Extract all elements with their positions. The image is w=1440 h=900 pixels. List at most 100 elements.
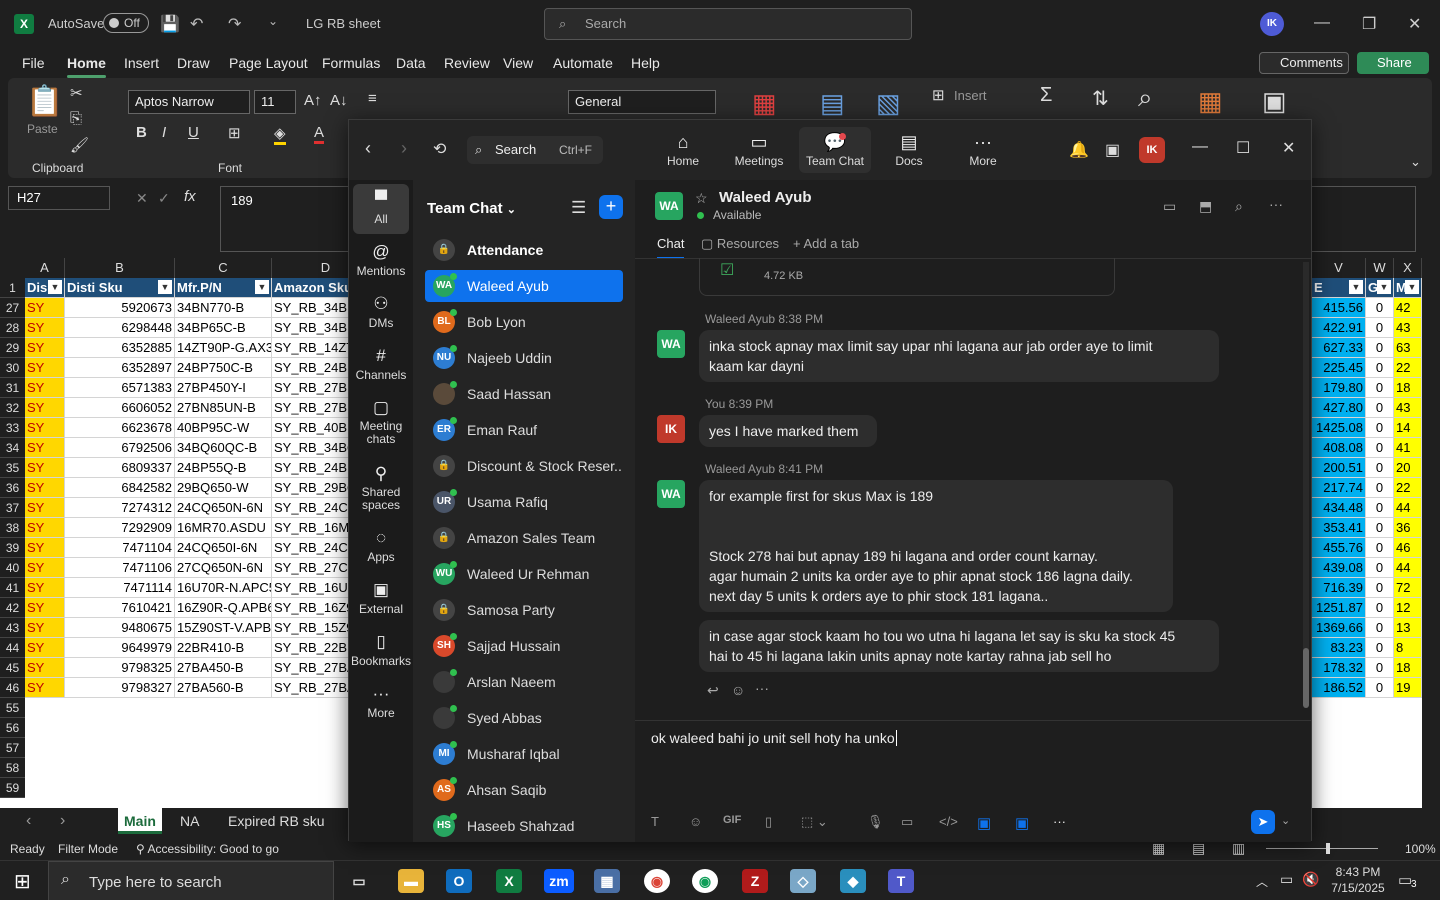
zoom-app2-icon[interactable]: ▣ xyxy=(1015,814,1029,832)
chat-list-item[interactable]: Saad Hassan xyxy=(425,378,623,410)
bell-icon[interactable]: 🔔 xyxy=(1069,140,1089,160)
row-header[interactable]: 33 xyxy=(0,418,25,438)
autosum-icon[interactable]: Σ xyxy=(1040,84,1052,107)
table-cell[interactable]: 225.45 xyxy=(1312,358,1366,378)
table-cell[interactable]: 0 xyxy=(1366,418,1394,438)
table-cell[interactable]: 46 xyxy=(1394,538,1422,558)
table-cell[interactable]: 0 xyxy=(1366,598,1394,618)
row-header[interactable]: 44 xyxy=(0,638,25,658)
table-cell[interactable]: 422.91 xyxy=(1312,318,1366,338)
table-cell[interactable]: 44 xyxy=(1394,558,1422,578)
analyze-data-icon[interactable]: ▣ xyxy=(1262,86,1287,117)
undo-icon[interactable]: ↶ xyxy=(190,14,203,34)
table-cell[interactable]: 200.51 xyxy=(1312,458,1366,478)
nav-meetings[interactable]: ▭ Meetings xyxy=(731,130,787,168)
borders-icon[interactable]: ⊞ xyxy=(228,124,241,142)
rail-channels[interactable]: # Channels xyxy=(349,344,413,382)
table-cell[interactable]: 0 xyxy=(1366,358,1394,378)
filter-dropdown-icon[interactable]: ▼ xyxy=(158,280,172,294)
table-cell[interactable]: 217.74 xyxy=(1312,478,1366,498)
table-cell[interactable]: 7471114 xyxy=(65,578,175,598)
insert-function-icon[interactable]: fx xyxy=(184,188,196,205)
zoom-close-icon[interactable]: ✕ xyxy=(1282,138,1295,158)
row-header[interactable]: 40 xyxy=(0,558,25,578)
tab-insert[interactable]: Insert xyxy=(124,55,159,71)
normal-view-icon[interactable]: ▦ xyxy=(1152,840,1165,857)
chat-list-item[interactable]: WA Waleed Ayub xyxy=(425,270,623,302)
nav-docs[interactable]: ▤ Docs xyxy=(881,130,937,168)
row-header[interactable]: 31 xyxy=(0,378,25,398)
table-cell[interactable]: 18 xyxy=(1394,658,1422,678)
col-header-c[interactable]: C xyxy=(175,258,272,278)
back-icon[interactable]: ‹ xyxy=(365,138,371,159)
table-cell[interactable]: SY xyxy=(25,398,65,418)
send-options-icon[interactable]: ⌄ xyxy=(1281,814,1290,827)
tab-draw[interactable]: Draw xyxy=(177,55,210,71)
clock-time[interactable]: 8:43 PM xyxy=(1330,865,1386,879)
row-header[interactable]: 27 xyxy=(0,298,25,318)
row-header[interactable]: 1 xyxy=(0,278,25,298)
page-layout-view-icon[interactable]: ▤ xyxy=(1192,840,1205,857)
row-header[interactable]: 42 xyxy=(0,598,25,618)
windows-start-icon[interactable]: ⊞ xyxy=(14,869,31,894)
cancel-entry-icon[interactable]: ✕ xyxy=(136,190,148,207)
save-icon[interactable]: 💾 xyxy=(160,14,180,34)
font-color-icon[interactable]: A xyxy=(314,124,325,144)
table-cell[interactable]: SY xyxy=(25,298,65,318)
table-cell[interactable]: 29BQ650-W xyxy=(175,478,272,498)
table-cell[interactable]: SY xyxy=(25,618,65,638)
table-cell[interactable]: 40BP95C-W xyxy=(175,418,272,438)
table-cell[interactable]: 13 xyxy=(1394,618,1422,638)
table-cell[interactable]: SY xyxy=(25,458,65,478)
nav-more[interactable]: ··· More xyxy=(955,130,1011,168)
rail-shared-spaces[interactable]: ⚲ Shared spaces xyxy=(349,462,413,512)
filter-header-cell[interactable]: Dis ▼ xyxy=(25,278,65,298)
rail-more[interactable]: ··· More xyxy=(349,682,413,720)
table-cell[interactable]: 24CQ650I-6N xyxy=(175,538,272,558)
nav-team-chat[interactable]: 💬 Team Chat xyxy=(799,127,871,173)
table-cell[interactable]: 22BR410-B xyxy=(175,638,272,658)
table-cell[interactable]: 18 xyxy=(1394,378,1422,398)
file-attachment[interactable]: ☑ 4.72 KB xyxy=(699,258,1115,296)
filter-header-cell[interactable]: Mfr.P/N ▼ xyxy=(175,278,272,298)
table-cell[interactable]: 36 xyxy=(1394,518,1422,538)
next-sheet-icon[interactable]: › xyxy=(60,812,65,830)
chat-list-item[interactable]: MI Musharaf Iqbal xyxy=(425,738,623,770)
sheet-tab-na[interactable]: NA xyxy=(174,808,205,834)
italic-icon[interactable]: I xyxy=(162,124,166,141)
table-cell[interactable]: 455.76 xyxy=(1312,538,1366,558)
rail-dms[interactable]: ⚇ DMs xyxy=(349,292,413,330)
page-break-view-icon[interactable]: ▥ xyxy=(1232,840,1245,857)
table-cell[interactable]: SY xyxy=(25,538,65,558)
app-blue-icon[interactable]: ◆ xyxy=(840,869,866,893)
share-button[interactable]: Share xyxy=(1357,52,1429,74)
contact-name[interactable]: Waleed Ayub xyxy=(719,189,812,206)
filter-header-cell[interactable]: Disti Sku ▼ xyxy=(65,278,175,298)
zoom-level[interactable]: 100% xyxy=(1405,842,1436,856)
chat-list-item[interactable]: NU Najeeb Uddin xyxy=(425,342,623,374)
taskbar-search[interactable]: ⌕ Type here to search xyxy=(48,861,334,900)
copy-icon[interactable]: ⎘ xyxy=(70,110,82,127)
font-size-select[interactable]: 11 xyxy=(254,90,296,114)
reply-icon[interactable]: ↩ xyxy=(707,682,719,699)
file-explorer-icon[interactable]: ▬ xyxy=(398,869,424,893)
chat-list-item[interactable]: SH Sajjad Hussain xyxy=(425,630,623,662)
row-header[interactable]: 55 xyxy=(0,698,25,718)
table-cell[interactable]: 9798325 xyxy=(65,658,175,678)
zoom-slider-thumb[interactable] xyxy=(1326,843,1330,854)
underline-icon[interactable]: U xyxy=(188,124,199,141)
name-box[interactable]: H27 xyxy=(8,186,110,210)
table-cell[interactable]: 0 xyxy=(1366,298,1394,318)
chat-list-item[interactable]: WU Waleed Ur Rehman xyxy=(425,558,623,590)
tab-help[interactable]: Help xyxy=(631,55,660,71)
table-cell[interactable]: SY xyxy=(25,318,65,338)
table-cell[interactable]: 43 xyxy=(1394,398,1422,418)
table-cell[interactable]: 34BP65C-B xyxy=(175,318,272,338)
tab-file[interactable]: File xyxy=(22,55,45,71)
format-as-table-icon[interactable]: ▤ xyxy=(820,88,845,119)
rail-all[interactable]: ▀ All xyxy=(353,184,409,234)
table-cell[interactable]: SY xyxy=(25,438,65,458)
video-clip-icon[interactable]: ▭ xyxy=(901,814,913,830)
star-icon[interactable]: ☆ xyxy=(695,190,708,207)
table-cell[interactable]: 63 xyxy=(1394,338,1422,358)
